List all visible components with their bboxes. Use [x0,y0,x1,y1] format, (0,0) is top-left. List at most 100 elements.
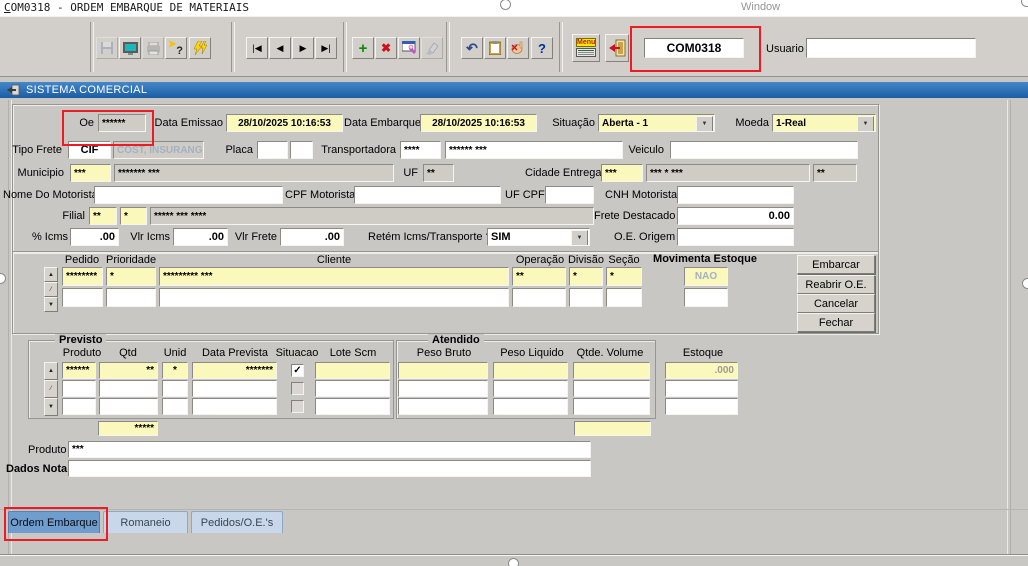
filial-code2-field[interactable]: * [120,207,147,225]
data-prevista-cell[interactable] [192,380,277,397]
pedido-scroll-down[interactable]: ▼ [44,297,58,312]
tab-pedidos-oes[interactable]: Pedidos/O.E.'s [191,511,283,533]
previsto-scroll-up[interactable]: ▲ [44,362,58,380]
execute-query-button[interactable] [189,37,211,59]
lote-scm-cell[interactable] [315,380,390,397]
selection-handle-left[interactable] [0,273,6,284]
unid-cell[interactable] [162,380,188,397]
oe-field[interactable]: ****** [98,114,146,132]
produto-footer-field[interactable]: *** [68,441,591,458]
data-emissao-field[interactable]: 28/10/2025 10:16:53 [226,114,343,132]
next-record-button[interactable]: ▶ [292,37,314,59]
data-prevista-cell[interactable]: ******* [192,362,277,379]
frete-destacado-field[interactable]: 0.00 [677,207,794,225]
operacao-cell[interactable]: ** [512,267,566,286]
qtd-cell[interactable]: ** [99,362,158,379]
help-button[interactable]: ? [531,37,553,59]
selection-handle-bottom[interactable] [508,558,519,566]
query-window-button[interactable] [398,37,420,59]
peso-liquido-cell[interactable] [493,380,568,397]
pedido-cell[interactable]: ******** [62,267,103,286]
previsto-scroll-down[interactable]: ▼ [44,398,58,416]
undo-button[interactable]: ↶ [461,37,483,59]
delete-record-button[interactable]: ✖ [375,37,397,59]
unid-cell[interactable] [162,398,188,415]
save-button[interactable] [96,37,118,59]
lote-scm-cell[interactable] [315,398,390,415]
movimenta-cell[interactable] [684,288,728,307]
qtde-volume-cell[interactable] [573,380,650,397]
selection-handle-right[interactable] [1022,278,1028,289]
qtde-volume-cell[interactable] [573,362,650,379]
cidade-entrega-code-field[interactable]: *** [601,164,643,182]
cpf-motorista-field[interactable] [354,186,501,204]
oe-origem-field[interactable] [677,228,794,246]
chevron-down-icon[interactable]: ▼ [857,116,874,132]
first-record-button[interactable]: |◀ [246,37,268,59]
secao-cell[interactable]: * [606,267,642,286]
chevron-down-icon[interactable]: ▼ [571,230,588,246]
chevron-down-icon[interactable]: ▼ [696,116,713,132]
estoque-cell[interactable] [665,380,738,397]
cut-button[interactable] [507,37,529,59]
clear-field-button[interactable] [421,37,443,59]
peso-bruto-cell[interactable] [398,362,488,379]
lote-scm-cell[interactable] [315,362,390,379]
pedido-cell[interactable] [62,288,103,307]
usuario-input[interactable] [806,38,976,58]
retem-icms-dropdown[interactable]: SIM ▼ [487,228,590,246]
data-embarque-field[interactable]: 28/10/2025 10:16:53 [420,114,537,132]
peso-bruto-cell[interactable] [398,380,488,397]
cnh-motorista-field[interactable] [677,186,794,204]
fechar-button[interactable]: Fechar [797,313,875,332]
municipio-code-field[interactable]: *** [70,164,111,182]
reabrir-oe-button[interactable]: Reabrir O.E. [797,275,875,294]
transportadora-name-field[interactable]: ****** *** [445,141,623,159]
cancelar-button[interactable]: Cancelar [797,294,875,313]
peso-bruto-cell[interactable] [398,398,488,415]
vlr-icms-field[interactable]: .00 [173,228,228,246]
screen-button[interactable] [119,37,141,59]
vlr-frete-field[interactable]: .00 [280,228,344,246]
last-record-button[interactable]: ▶| [315,37,337,59]
peso-liquido-cell[interactable] [493,362,568,379]
cliente-cell[interactable]: ********* *** [159,267,509,286]
moeda-dropdown[interactable]: 1-Real ▼ [772,114,876,132]
transportadora-code-field[interactable]: **** [400,141,441,159]
qtd-cell[interactable] [99,398,158,415]
nome-motorista-field[interactable] [94,186,283,204]
situacao-checkbox[interactable] [291,400,304,413]
cliente-cell[interactable] [159,288,509,307]
produto-cell[interactable] [62,380,96,397]
qtd-cell[interactable] [99,380,158,397]
filial-code1-field[interactable]: ** [89,207,117,225]
exit-button[interactable] [605,34,629,62]
insert-record-button[interactable]: + [352,37,374,59]
divisao-cell[interactable] [569,288,603,307]
secao-cell[interactable] [606,288,642,307]
embarcar-button[interactable]: Embarcar [797,255,875,274]
placa-field-2[interactable] [290,141,313,159]
perc-icms-field[interactable]: .00 [70,228,119,246]
pedido-scroll-track[interactable]: ⁄ [44,282,58,297]
previsto-scroll-track[interactable]: ⁄ [44,380,58,398]
pedido-scroll-up[interactable]: ▲ [44,267,58,282]
placa-field-1[interactable] [257,141,288,159]
estoque-cell[interactable] [665,398,738,415]
prioridade-cell[interactable]: * [106,267,156,286]
divisao-cell[interactable]: * [569,267,603,286]
unid-cell[interactable]: * [162,362,188,379]
enter-query-button[interactable]: ➤ ? [165,37,187,59]
produto-cell[interactable] [62,398,96,415]
tab-romaneio[interactable]: Romaneio [103,511,188,533]
uf-cpf-field[interactable] [545,186,594,204]
data-prevista-cell[interactable] [192,398,277,415]
previous-record-button[interactable]: ◀ [269,37,291,59]
dados-nota-field[interactable] [68,460,591,477]
qtde-volume-cell[interactable] [573,398,650,415]
situacao-checkbox[interactable]: ✓ [291,364,304,377]
operacao-cell[interactable] [512,288,566,307]
veiculo-field[interactable] [670,141,858,159]
produto-cell[interactable]: ****** [62,362,96,379]
prioridade-cell[interactable] [106,288,156,307]
